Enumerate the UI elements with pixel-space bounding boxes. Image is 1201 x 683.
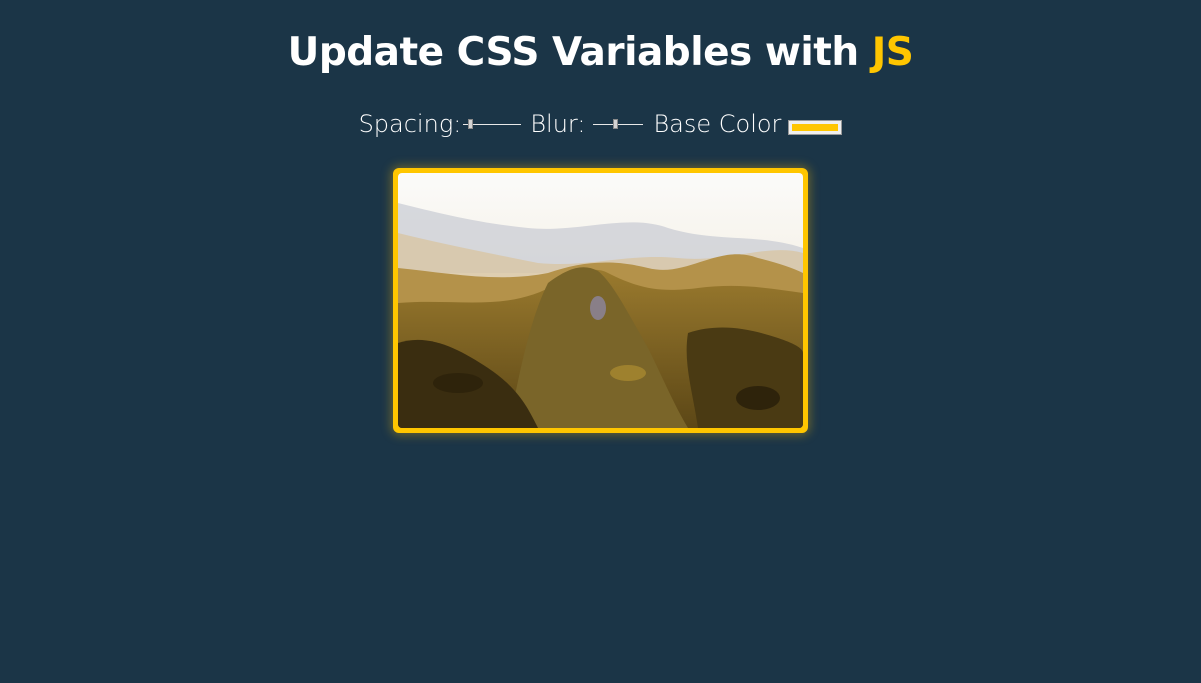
base-color-picker[interactable] (788, 119, 843, 135)
base-color-label: Base Color (653, 110, 782, 138)
spacing-label: Spacing: (358, 110, 462, 138)
image-frame (393, 168, 808, 433)
blur-slider-track (593, 124, 644, 125)
mountain-landscape-image (398, 173, 803, 428)
page-title: Update CSS Variables with JS (0, 30, 1201, 75)
landscape-photo (398, 173, 803, 428)
controls-bar: Spacing: Blur: Base Color (0, 110, 1201, 138)
spacing-slider[interactable] (463, 114, 522, 134)
base-color-swatch-fill (792, 123, 839, 131)
title-prefix: Update CSS Variables with (287, 30, 859, 75)
title-highlight: JS (871, 30, 914, 75)
page: Update CSS Variables with JS Spacing: Bl… (0, 0, 1201, 683)
blur-label: Blur: (530, 110, 586, 138)
blur-slider[interactable] (593, 114, 644, 134)
spacing-slider-thumb[interactable] (468, 119, 474, 129)
blur-slider-thumb[interactable] (613, 119, 619, 129)
